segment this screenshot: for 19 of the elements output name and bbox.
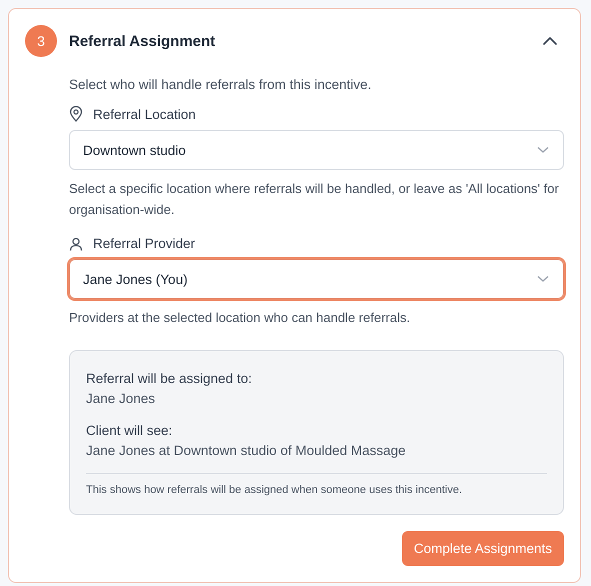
summary-label: Client will see: xyxy=(86,422,174,440)
summary-label: Referral will be assigned to: xyxy=(86,370,253,388)
select-field[interactable]: Jane Jones (You) xyxy=(69,259,564,299)
select-field[interactable]: Downtown studio xyxy=(69,130,564,170)
collapse-chevron-icon[interactable] xyxy=(542,36,558,46)
summary-note: This shows how referrals will be assigned when someone uses this incentive. xyxy=(86,484,464,496)
summary-value: Jane Jones xyxy=(86,390,156,408)
person-icon xyxy=(69,236,83,250)
field-hint: Providers at the selected location who can handle referrals. xyxy=(69,309,412,327)
summary-value: Jane Jones at Downtown studio of Moulded Massage xyxy=(86,442,407,460)
step-badge: 3 xyxy=(25,25,57,57)
field-label: Referral Location xyxy=(93,106,196,122)
section-description: Select who will handle referrals from this incentive. xyxy=(69,77,372,92)
location-pin-icon xyxy=(69,106,83,122)
section-title: Referral Assignment xyxy=(69,32,216,50)
dropdown-chevron-icon xyxy=(537,146,549,154)
field-hint: Select a specific location where referrals will be handled, or leave as 'All locations' for organisation-wide. xyxy=(69,180,560,219)
field-label: Referral Provider xyxy=(93,236,196,251)
dropdown-chevron-icon xyxy=(537,275,549,283)
